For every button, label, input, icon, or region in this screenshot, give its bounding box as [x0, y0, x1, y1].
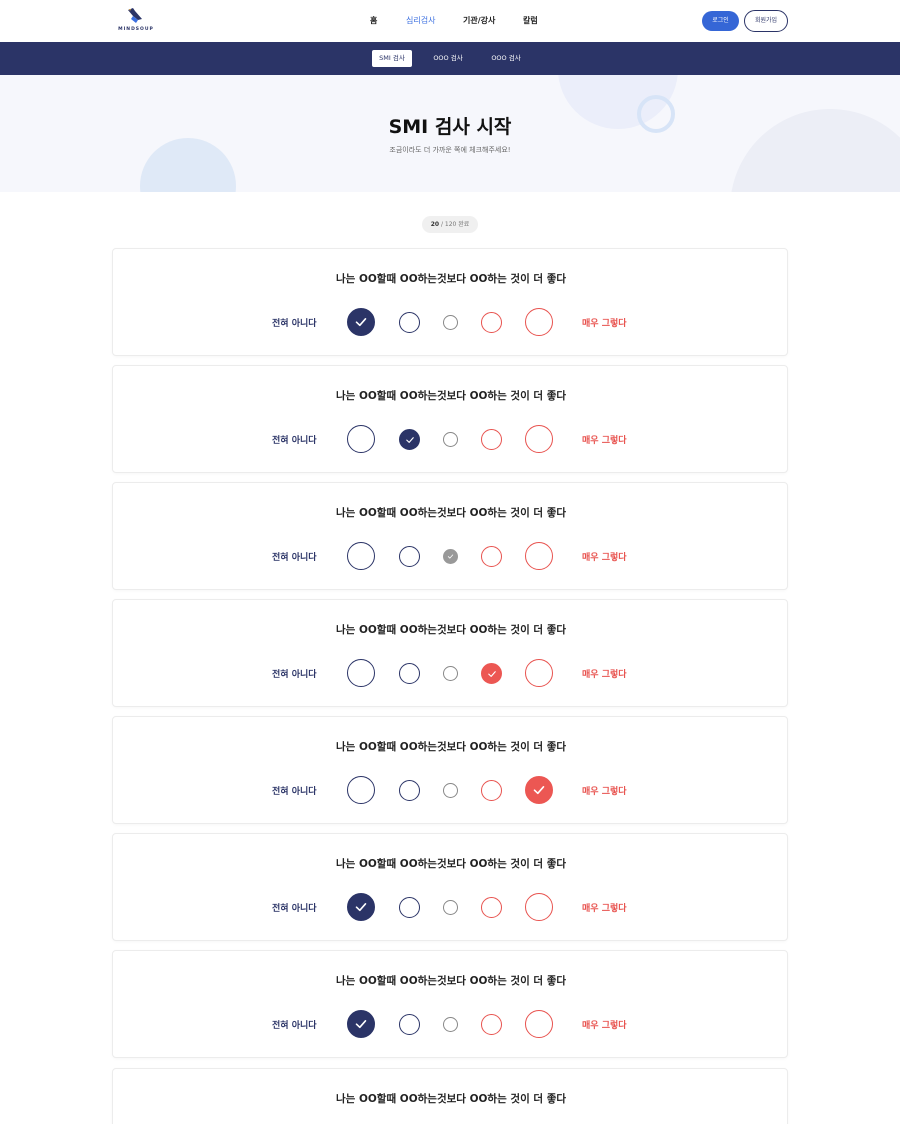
answer-option-5[interactable] — [525, 893, 553, 921]
answer-option-4[interactable] — [481, 1014, 502, 1035]
answer-option-1[interactable] — [347, 659, 375, 687]
nav-institution[interactable]: 기관/강사 — [463, 15, 495, 26]
question-card: 나는 OO할때 OO하는것보다 OO하는 것이 더 좋다 — [112, 1068, 788, 1124]
answer-option-3[interactable] — [443, 783, 458, 798]
check-icon — [487, 670, 496, 677]
subnav-test-3[interactable]: OOO 검사 — [486, 50, 526, 67]
answer-option-2[interactable] — [399, 312, 420, 333]
answer-option-2[interactable] — [399, 780, 420, 801]
subnav-smi-test[interactable]: SMI 검사 — [372, 50, 412, 67]
answer-option-3[interactable] — [443, 315, 458, 330]
question-text: 나는 OO할때 OO하는것보다 OO하는 것이 더 좋다 — [335, 1093, 567, 1105]
answer-option-1[interactable] — [347, 893, 375, 921]
answer-option-4[interactable] — [481, 546, 502, 567]
answer-option-4[interactable] — [481, 429, 502, 450]
question-text: 나는 OO할때 OO하는것보다 OO하는 것이 더 좋다 — [335, 975, 567, 987]
progress-total: / 120 완료 — [439, 221, 470, 228]
subnav-test-2[interactable]: OOO 검사 — [428, 50, 468, 67]
question-card: 나는 OO할때 OO하는것보다 OO하는 것이 더 좋다전혀 아니다 매우 그렇다 — [112, 716, 788, 824]
answer-option-2[interactable] — [399, 1014, 420, 1035]
progress-badge: 20 / 120 완료 — [422, 216, 478, 233]
question-card: 나는 OO할때 OO하는것보다 OO하는 것이 더 좋다전혀 아니다 매우 그렇다 — [112, 482, 788, 590]
scale-label-disagree: 전혀 아니다 — [272, 436, 317, 446]
scale-label-disagree: 전혀 아니다 — [272, 904, 317, 914]
answer-option-2[interactable] — [399, 897, 420, 918]
answer-option-4[interactable] — [481, 897, 502, 918]
scale-label-agree: 매우 그렇다 — [582, 904, 627, 914]
question-text: 나는 OO할때 OO하는것보다 OO하는 것이 더 좋다 — [335, 624, 567, 636]
check-icon — [447, 554, 454, 559]
check-icon — [533, 786, 545, 795]
answer-option-3[interactable] — [443, 666, 458, 681]
scale-label-agree: 매우 그렇다 — [582, 1021, 627, 1031]
check-icon — [355, 903, 367, 912]
answer-option-1[interactable] — [347, 425, 375, 453]
check-icon — [355, 1020, 367, 1029]
check-icon — [355, 318, 367, 327]
answer-option-3[interactable] — [443, 549, 458, 564]
page-subtitle: 조금이라도 더 가까운 쪽에 체크해주세요! — [389, 146, 511, 154]
scale-label-disagree: 전혀 아니다 — [272, 319, 317, 329]
question-card: 나는 OO할때 OO하는것보다 OO하는 것이 더 좋다전혀 아니다 매우 그렇다 — [112, 833, 788, 941]
question-text: 나는 OO할때 OO하는것보다 OO하는 것이 더 좋다 — [335, 273, 567, 285]
site-header: MINDSOUP 홈 심리검사 기관/강사 칼럼 로그인 회원가입 — [0, 0, 900, 42]
answer-option-3[interactable] — [443, 900, 458, 915]
answer-option-5[interactable] — [525, 542, 553, 570]
answer-option-1[interactable] — [347, 776, 375, 804]
question-text: 나는 OO할때 OO하는것보다 OO하는 것이 더 좋다 — [335, 741, 567, 753]
question-card: 나는 OO할때 OO하는것보다 OO하는 것이 더 좋다전혀 아니다 매우 그렇다 — [112, 950, 788, 1058]
answer-option-2[interactable] — [399, 429, 420, 450]
scale-label-agree: 매우 그렇다 — [582, 436, 627, 446]
answer-option-3[interactable] — [443, 1017, 458, 1032]
answer-option-2[interactable] — [399, 546, 420, 567]
signup-button[interactable]: 회원가입 — [744, 10, 788, 32]
scale-label-agree: 매우 그렇다 — [582, 670, 627, 680]
scale-label-disagree: 전혀 아니다 — [272, 1021, 317, 1031]
answer-option-1[interactable] — [347, 542, 375, 570]
test-subnav: SMI 검사 OOO 검사 OOO 검사 — [0, 42, 900, 75]
question-text: 나는 OO할때 OO하는것보다 OO하는 것이 더 좋다 — [335, 858, 567, 870]
scale-label-agree: 매우 그렇다 — [582, 319, 627, 329]
hero-banner: SMI 검사 시작 조금이라도 더 가까운 쪽에 체크해주세요! — [0, 75, 900, 192]
scale-label-agree: 매우 그렇다 — [582, 553, 627, 563]
nav-column[interactable]: 칼럼 — [523, 15, 538, 26]
answer-option-2[interactable] — [399, 663, 420, 684]
scale-label-disagree: 전혀 아니다 — [272, 787, 317, 797]
check-icon — [405, 436, 414, 443]
page-title: SMI 검사 시작 — [388, 116, 512, 138]
answer-option-5[interactable] — [525, 308, 553, 336]
question-card: 나는 OO할때 OO하는것보다 OO하는 것이 더 좋다전혀 아니다 매우 그렇다 — [112, 599, 788, 707]
answer-option-5[interactable] — [525, 776, 553, 804]
progress-current: 20 — [430, 221, 440, 228]
question-text: 나는 OO할때 OO하는것보다 OO하는 것이 더 좋다 — [335, 507, 567, 519]
question-text: 나는 OO할때 OO하는것보다 OO하는 것이 더 좋다 — [335, 390, 567, 402]
login-button[interactable]: 로그인 — [702, 11, 739, 31]
answer-option-4[interactable] — [481, 780, 502, 801]
nav-home[interactable]: 홈 — [370, 15, 377, 26]
question-card: 나는 OO할때 OO하는것보다 OO하는 것이 더 좋다전혀 아니다 매우 그렇다 — [112, 365, 788, 473]
answer-option-5[interactable] — [525, 659, 553, 687]
answer-option-1[interactable] — [347, 1010, 375, 1038]
answer-option-1[interactable] — [347, 308, 375, 336]
answer-option-5[interactable] — [525, 1010, 553, 1038]
scale-label-disagree: 전혀 아니다 — [272, 670, 317, 680]
answer-option-5[interactable] — [525, 425, 553, 453]
scale-label-disagree: 전혀 아니다 — [272, 553, 317, 563]
answer-option-4[interactable] — [481, 312, 502, 333]
answer-option-4[interactable] — [481, 663, 502, 684]
answer-option-3[interactable] — [443, 432, 458, 447]
scale-label-agree: 매우 그렇다 — [582, 787, 627, 797]
question-card: 나는 OO할때 OO하는것보다 OO하는 것이 더 좋다전혀 아니다 매우 그렇다 — [112, 248, 788, 356]
nav-psych-test[interactable]: 심리검사 — [406, 15, 435, 26]
